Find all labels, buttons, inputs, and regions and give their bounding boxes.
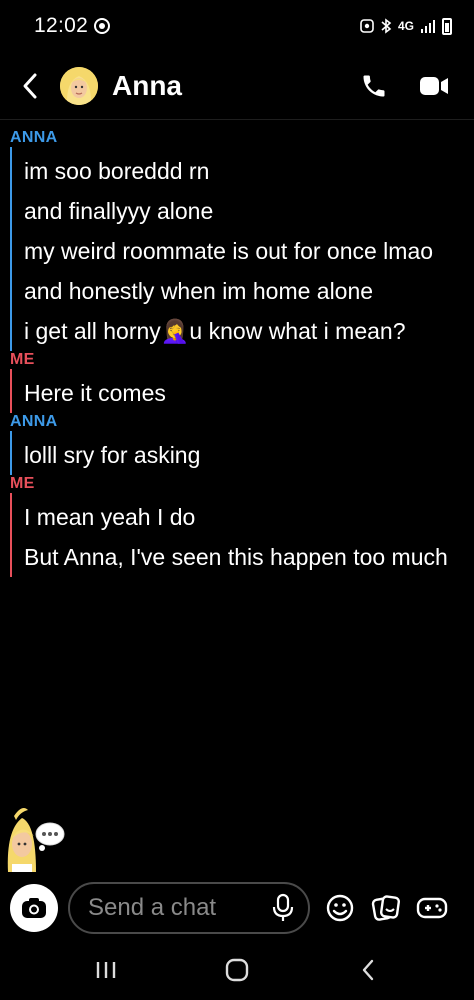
sticker-icon bbox=[371, 895, 400, 921]
network-4g-icon: 4G bbox=[397, 19, 414, 33]
voice-note-button[interactable] bbox=[268, 890, 298, 926]
game-icon bbox=[416, 897, 448, 919]
avatar-image bbox=[60, 66, 98, 105]
sender-label-anna: ANNA bbox=[10, 129, 58, 146]
chat-message[interactable]: lolll sry for asking bbox=[24, 435, 474, 475]
message-group-me: I mean yeah I do But Anna, I've seen thi… bbox=[10, 493, 474, 577]
emoji-button[interactable] bbox=[320, 888, 360, 928]
recent-apps-button[interactable] bbox=[76, 946, 136, 994]
signal-icon bbox=[421, 20, 435, 33]
camera-button[interactable] bbox=[10, 884, 58, 932]
games-button[interactable] bbox=[412, 888, 452, 928]
sender-label-me: ME bbox=[10, 351, 35, 368]
message-group-anna: lolll sry for asking bbox=[10, 431, 474, 475]
status-time: 12:02 bbox=[34, 14, 89, 37]
chat-message[interactable]: Here it comes bbox=[24, 373, 474, 413]
contact-name[interactable]: Anna bbox=[112, 70, 182, 102]
sender-label-me: ME bbox=[10, 475, 35, 492]
sticker-button[interactable] bbox=[366, 888, 406, 928]
recent-apps-icon bbox=[96, 962, 115, 978]
call-button[interactable] bbox=[354, 66, 394, 106]
bluetooth-icon bbox=[381, 18, 392, 34]
header-actions bbox=[354, 66, 474, 106]
bitmoji-presence bbox=[6, 800, 66, 872]
message-group-anna: im soo boreddd rn and finallyyy alone my… bbox=[10, 147, 474, 351]
chat-input[interactable] bbox=[88, 894, 268, 922]
video-icon bbox=[420, 76, 448, 95]
nav-back-icon bbox=[363, 959, 374, 981]
home-icon bbox=[225, 958, 249, 982]
phone-icon bbox=[363, 75, 385, 96]
back-icon bbox=[23, 73, 37, 98]
chat-message[interactable]: But Anna, I've seen this happen too much bbox=[24, 537, 474, 577]
nav-back-button[interactable] bbox=[338, 946, 398, 994]
chat-message[interactable]: my weird roommate is out for once lmao bbox=[24, 231, 474, 271]
status-icons: 4G bbox=[360, 17, 452, 35]
message-group-me: Here it comes bbox=[10, 369, 474, 413]
chat-message[interactable]: im soo boreddd rn bbox=[24, 151, 474, 191]
system-nav-bar bbox=[0, 940, 474, 1000]
composer-bar bbox=[0, 878, 474, 938]
avatar[interactable] bbox=[60, 66, 98, 105]
home-button[interactable] bbox=[207, 946, 267, 994]
chat-input-container[interactable] bbox=[68, 882, 310, 934]
notification-icon bbox=[94, 18, 111, 34]
video-call-button[interactable] bbox=[414, 66, 454, 106]
battery-icon bbox=[442, 17, 452, 35]
emoji-icon bbox=[326, 894, 354, 922]
bitmoji-image bbox=[7, 808, 65, 872]
mic-icon bbox=[272, 893, 294, 921]
chat-thread[interactable]: ANNA im soo boreddd rn and finallyyy alo… bbox=[0, 121, 474, 577]
camera-icon bbox=[22, 898, 46, 918]
status-bar: 12:02 4G bbox=[0, 0, 474, 52]
back-button[interactable] bbox=[0, 56, 60, 116]
chat-message[interactable]: and honestly when im home alone bbox=[24, 271, 474, 311]
chat-header: Anna bbox=[0, 52, 474, 120]
chat-message[interactable]: and finallyyy alone bbox=[24, 191, 474, 231]
alarm-icon bbox=[360, 19, 374, 33]
chat-message[interactable]: I mean yeah I do bbox=[24, 497, 474, 537]
chat-message[interactable]: i get all horny🤦‍♀️u know what i mean? bbox=[24, 311, 474, 351]
sender-label-anna: ANNA bbox=[10, 413, 58, 430]
